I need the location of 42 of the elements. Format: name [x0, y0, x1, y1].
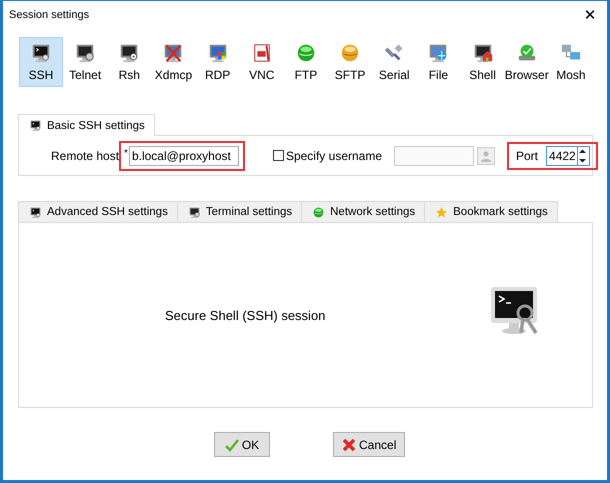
session-type-button[interactable]: Xdmcp [151, 37, 196, 87]
session-type-button[interactable]: Serial [372, 37, 416, 87]
session-type-button[interactable]: Mosh [548, 37, 593, 87]
session-type-button[interactable]: File [416, 37, 460, 87]
dialog-button[interactable]: Cancel [333, 432, 406, 457]
session-type-button[interactable]: Telnet [63, 37, 108, 87]
input-field[interactable]: 4422 [546, 146, 578, 166]
monitor-icon [74, 42, 96, 64]
session-type-button[interactable]: SSH [19, 37, 63, 87]
monitor-icon [427, 42, 450, 64]
tab[interactable]: Basic SSH settings [18, 114, 155, 136]
checkbox[interactable] [272, 150, 284, 161]
checkbox-label[interactable]: Specify username [286, 148, 382, 162]
window-title: Session settings [9, 9, 90, 21]
session-type-button[interactable]: RDP [196, 37, 240, 87]
tab[interactable]: Advanced SSH settings [18, 201, 178, 222]
dialog-button[interactable]: OK [214, 432, 270, 457]
session-type-button[interactable]: Shell [460, 37, 505, 87]
required-mark: * [124, 148, 128, 159]
monitor-icon [188, 206, 201, 218]
session-type-button[interactable]: Browser [504, 37, 549, 87]
tab[interactable]: Bookmark settings [424, 201, 558, 222]
close-icon [342, 438, 356, 452]
monitor-icon [29, 206, 42, 218]
session-type-button[interactable]: Rsh [107, 37, 152, 87]
monitor-icon [118, 42, 140, 64]
session-type-button[interactable]: VNC [240, 37, 284, 87]
close-button[interactable]: ✕ [575, 2, 605, 28]
session-type-button[interactable]: SFTP [328, 37, 372, 87]
field-label: Remote host [51, 148, 120, 162]
field-label: Port [516, 148, 538, 162]
monitor-icon [29, 119, 42, 132]
star-icon [435, 206, 448, 218]
session-description: Secure Shell (SSH) session [165, 308, 326, 322]
input-field[interactable]: b.local@proxyhost [128, 146, 239, 166]
person-icon [480, 150, 492, 162]
session-type-button[interactable]: FTP [284, 37, 328, 87]
tab[interactable]: Terminal settings [176, 201, 302, 222]
check-icon [224, 438, 239, 452]
spin-buttons[interactable] [577, 146, 590, 166]
crossed-monitor-icon [162, 42, 184, 64]
tab[interactable]: Network settings [301, 201, 426, 222]
